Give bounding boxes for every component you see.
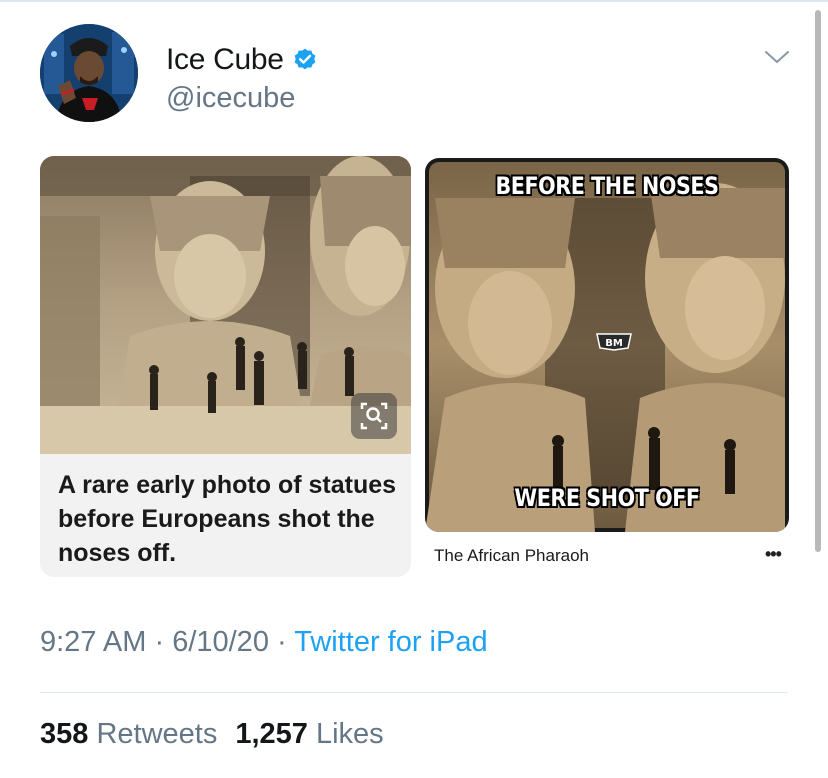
photo-caption: A rare early photo of statues before Eur… bbox=[58, 471, 397, 567]
meme-source: The African Pharaoh bbox=[434, 546, 589, 565]
likes-stat[interactable]: 1,257 Likes bbox=[235, 718, 383, 750]
retweets-label: Retweets bbox=[96, 718, 218, 750]
author-name-row[interactable]: Ice Cube bbox=[166, 40, 318, 80]
retweets-stat[interactable]: 358 Retweets bbox=[40, 718, 217, 750]
author-handle[interactable]: @icecube bbox=[166, 82, 295, 115]
meta-separator: · bbox=[146, 626, 173, 658]
meta-separator: · bbox=[268, 626, 295, 658]
tweet-time: 9:27 AM bbox=[40, 626, 147, 658]
author-name[interactable]: Ice Cube bbox=[166, 43, 284, 77]
likes-count: 1,257 bbox=[235, 718, 308, 750]
zoom-button[interactable] bbox=[351, 393, 397, 439]
tweet-date: 6/10/20 bbox=[172, 626, 269, 658]
more-icon[interactable]: ••• bbox=[765, 544, 782, 565]
bm-badge: BM bbox=[596, 333, 632, 351]
meme-top-text: BEFORE THE NOSES bbox=[495, 172, 719, 200]
bm-badge-text: BM bbox=[605, 338, 623, 349]
tweet-source-link[interactable]: Twitter for iPad bbox=[294, 626, 487, 658]
verified-icon bbox=[294, 48, 316, 70]
caret-down-icon[interactable] bbox=[764, 48, 790, 66]
tweet-stats: 358 Retweets 1,257 Likes bbox=[40, 718, 384, 751]
zoom-icon bbox=[360, 402, 388, 430]
likes-label: Likes bbox=[315, 718, 384, 750]
stats-divider bbox=[40, 692, 788, 693]
tweet-meta: 9:27 AM · 6/10/20 · Twitter for iPad bbox=[40, 626, 488, 659]
scrollbar[interactable] bbox=[815, 10, 821, 552]
avatar[interactable] bbox=[40, 24, 138, 122]
media-card-photo[interactable]: A rare early photo of statues before Eur… bbox=[40, 156, 411, 577]
retweets-count: 358 bbox=[40, 718, 89, 750]
top-divider bbox=[0, 0, 828, 2]
meme-bottom-text: WERE SHOT OFF bbox=[514, 484, 700, 512]
